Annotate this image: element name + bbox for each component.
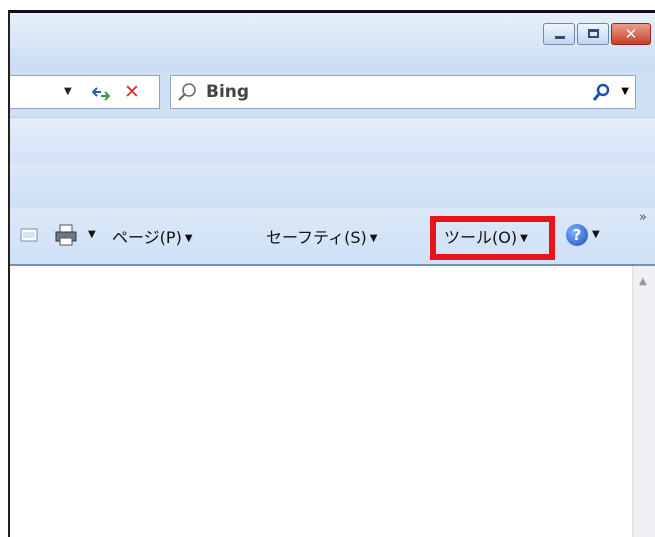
stop-icon[interactable]: ✕ xyxy=(124,81,140,103)
safety-menu-label: セーフティ(S) xyxy=(266,228,367,247)
maximize-icon xyxy=(588,29,599,38)
print-icon[interactable] xyxy=(54,224,78,246)
favorites-bar xyxy=(10,117,655,165)
help-icon[interactable]: ? xyxy=(566,224,588,246)
tab-row xyxy=(10,163,655,207)
refresh-icon[interactable] xyxy=(92,86,110,102)
search-input[interactable]: Bing xyxy=(206,82,249,102)
page-content: ▲ xyxy=(10,264,655,537)
minimize-button[interactable] xyxy=(543,23,575,45)
search-icon[interactable] xyxy=(593,83,611,101)
minimize-icon xyxy=(555,36,565,39)
page-dropdown-icon: ▼ xyxy=(184,233,193,244)
address-bar[interactable]: ▼ ✕ xyxy=(10,75,160,109)
help-dropdown-icon[interactable]: ▼ xyxy=(592,229,600,240)
close-icon: ✕ xyxy=(624,25,638,43)
close-button[interactable]: ✕ xyxy=(611,23,651,45)
maximize-button[interactable] xyxy=(577,23,609,45)
search-box[interactable]: Bing ▼ xyxy=(170,75,636,109)
toolbar-overflow-icon[interactable]: » xyxy=(639,210,647,225)
address-row: ▼ ✕ Bing ▼ xyxy=(10,73,655,115)
address-dropdown-icon[interactable]: ▼ xyxy=(64,86,72,97)
page-menu-label: ページ(P) xyxy=(112,228,182,247)
title-bar: ✕ xyxy=(10,13,655,71)
vertical-scrollbar[interactable]: ▲ xyxy=(632,266,655,537)
search-dropdown-icon[interactable]: ▼ xyxy=(621,86,629,97)
window-controls: ✕ xyxy=(541,23,651,45)
safety-menu[interactable]: セーフティ(S) ▼ xyxy=(266,224,377,248)
safety-dropdown-icon: ▼ xyxy=(369,233,378,244)
read-mail-icon[interactable] xyxy=(20,228,38,242)
print-dropdown-icon[interactable]: ▼ xyxy=(88,229,96,240)
page-menu[interactable]: ページ(P) ▼ xyxy=(112,224,193,248)
browser-window: ✕ ▼ ✕ Bing ▼ ▼ ページ(P) ▼ セーフティ(S) ▼ ツール(O… xyxy=(8,10,655,537)
scroll-up-icon[interactable]: ▲ xyxy=(639,276,647,287)
search-provider-icon xyxy=(178,83,196,101)
command-bar: ▼ ページ(P) ▼ セーフティ(S) ▼ ツール(O) ▼ ? ▼ » xyxy=(10,208,655,264)
tools-highlight-box xyxy=(430,216,555,260)
